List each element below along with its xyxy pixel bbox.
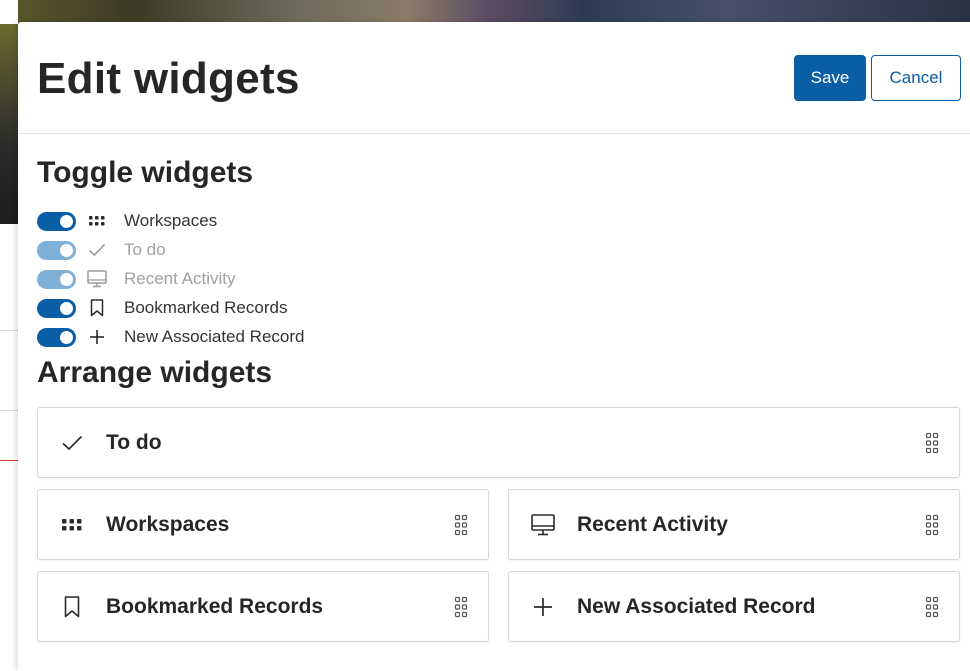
toggle-knob <box>60 330 73 344</box>
monitor-icon <box>86 268 108 290</box>
plus-icon <box>531 595 555 619</box>
checkmark-icon <box>86 239 108 261</box>
grid-dots-icon <box>86 210 108 232</box>
toggle-knob <box>60 301 73 315</box>
drag-handle-icon[interactable] <box>925 432 939 454</box>
widget-card-label: Recent Activity <box>577 512 728 536</box>
background-accent-line <box>0 460 18 461</box>
widget-card-label: New Associated Record <box>577 594 816 618</box>
recent-activity-toggle-switch[interactable] <box>37 269 76 289</box>
drag-handle-icon[interactable] <box>925 596 939 618</box>
bookmark-icon <box>86 297 108 319</box>
toggle-label-to-do: To do <box>124 240 166 259</box>
toggle-knob <box>60 272 73 286</box>
bookmarked-records-toggle-switch[interactable] <box>37 298 76 318</box>
toggle-label-recent-activity: Recent Activity <box>124 269 236 288</box>
background-divider <box>0 410 18 411</box>
dialog-header: Edit widgets Save Cancel <box>18 22 970 134</box>
toggle-row-bookmarked-records: Bookmarked Records <box>37 297 437 319</box>
to-do-toggle-switch[interactable] <box>37 240 76 260</box>
drag-handle-icon[interactable] <box>454 596 468 618</box>
arrange-widgets-heading: Arrange widgets <box>37 356 273 389</box>
widget-card-label: To do <box>106 430 162 454</box>
toggle-knob <box>60 243 73 257</box>
toggle-label-new-associated-record: New Associated Record <box>124 327 305 346</box>
toggle-row-to-do: To do <box>37 239 437 261</box>
toggle-widgets-heading: Toggle widgets <box>37 156 254 189</box>
widget-card-workspaces[interactable]: Workspaces <box>37 489 489 560</box>
new-associated-record-toggle-switch[interactable] <box>37 327 76 347</box>
dialog-title: Edit widgets <box>37 54 300 103</box>
toggle-label-bookmarked-records: Bookmarked Records <box>124 298 288 317</box>
widget-card-to-do[interactable]: To do <box>37 407 960 478</box>
bookmark-icon <box>60 595 84 619</box>
checkmark-icon <box>60 431 84 455</box>
toggle-row-recent-activity: Recent Activity <box>37 268 437 290</box>
toggle-label-workspaces: Workspaces <box>124 211 218 230</box>
toggle-row-new-associated-record: New Associated Record <box>37 326 437 348</box>
edit-widgets-dialog: Edit widgets Save Cancel Toggle widgets … <box>18 22 970 671</box>
monitor-icon <box>531 513 555 537</box>
drag-handle-icon[interactable] <box>454 514 468 536</box>
widget-card-recent-activity[interactable]: Recent Activity <box>508 489 960 560</box>
plus-icon <box>86 326 108 348</box>
toggle-row-workspaces: Workspaces <box>37 210 437 232</box>
background-divider <box>0 330 18 331</box>
widget-card-label: Workspaces <box>106 512 230 536</box>
workspaces-toggle-switch[interactable] <box>37 211 76 231</box>
widget-card-new-associated-record[interactable]: New Associated Record <box>508 571 960 642</box>
background-sidebar-image <box>0 24 18 224</box>
grid-dots-icon <box>60 513 84 537</box>
widget-card-label: Bookmarked Records <box>106 594 324 618</box>
save-button[interactable]: Save <box>794 55 866 101</box>
widget-card-bookmarked-records[interactable]: Bookmarked Records <box>37 571 489 642</box>
drag-handle-icon[interactable] <box>925 514 939 536</box>
background-banner-image <box>0 0 970 24</box>
toggle-knob <box>60 214 73 228</box>
cancel-button[interactable]: Cancel <box>871 55 961 101</box>
